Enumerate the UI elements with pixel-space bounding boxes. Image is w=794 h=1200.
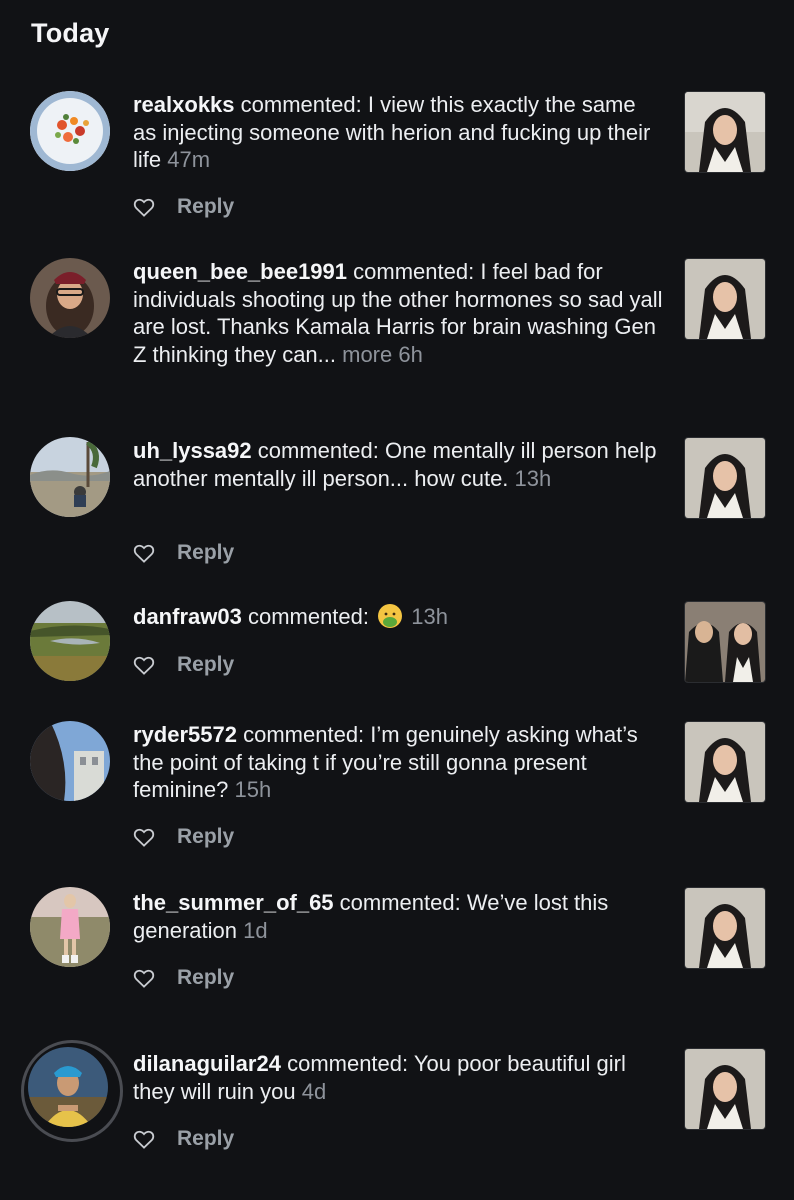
avatar[interactable] — [30, 91, 110, 171]
heart-icon[interactable] — [133, 1129, 155, 1149]
comment-text: uh_lyssa92 commented: One mentally ill p… — [133, 437, 663, 492]
comment-text: danfraw03 commented: 13h — [133, 603, 663, 631]
comment-verb: commented: — [339, 890, 461, 915]
comment-text: queen_bee_bee1991 commented: I feel bad … — [133, 258, 663, 368]
post-thumbnail[interactable] — [684, 91, 766, 173]
reply-bar: Reply — [133, 825, 234, 849]
comment-verb: commented: — [287, 1051, 409, 1076]
comment-verb: commented: — [247, 604, 370, 629]
comment-verb: commented: — [353, 259, 475, 284]
post-thumbnail[interactable] — [684, 887, 766, 969]
heart-icon[interactable] — [133, 543, 155, 563]
avatar[interactable] — [30, 721, 110, 801]
section-title: Today — [31, 18, 110, 48]
timestamp: 47m — [167, 147, 211, 172]
post-thumbnail[interactable] — [684, 258, 766, 340]
reply-button[interactable]: Reply — [177, 653, 234, 677]
reply-button[interactable]: Reply — [177, 1127, 234, 1151]
username[interactable]: danfraw03 — [133, 604, 242, 629]
reply-bar: Reply — [133, 541, 234, 565]
comment-text: dilanaguilar24 commented: You poor beaut… — [133, 1050, 663, 1105]
heart-icon[interactable] — [133, 655, 155, 675]
reply-bar: Reply — [133, 966, 234, 990]
avatar[interactable] — [30, 887, 110, 967]
avatar[interactable] — [30, 258, 110, 338]
post-thumbnail[interactable] — [684, 721, 766, 803]
username[interactable]: queen_bee_bee1991 — [133, 259, 347, 284]
post-thumbnail[interactable] — [684, 437, 766, 519]
comment-verb: commented: — [240, 92, 362, 117]
timestamp: 13h — [411, 604, 448, 629]
username[interactable]: dilanaguilar24 — [133, 1051, 281, 1076]
comment-text: ryder5572 commented: I’m genuinely askin… — [133, 721, 663, 804]
reply-button[interactable]: Reply — [177, 825, 234, 849]
timestamp: 1d — [243, 917, 268, 943]
comment-text: the_summer_of_65 commented: We’ve lost t… — [133, 889, 663, 944]
timestamp: 4d — [301, 1078, 327, 1104]
timestamp: 15h — [234, 777, 272, 802]
timestamp: 13h — [514, 465, 552, 491]
username[interactable]: realxokks — [133, 92, 235, 117]
reply-bar: Reply — [133, 1127, 234, 1151]
story-avatar[interactable] — [21, 1040, 123, 1142]
comment-verb: commented: — [243, 722, 365, 747]
username[interactable]: uh_lyssa92 — [133, 438, 252, 463]
comment-verb: commented: — [257, 438, 379, 463]
heart-icon[interactable] — [133, 968, 155, 988]
heart-icon[interactable] — [133, 827, 155, 847]
reply-button[interactable]: Reply — [177, 541, 234, 565]
reply-button[interactable]: Reply — [177, 195, 234, 219]
avatar[interactable] — [30, 437, 110, 517]
avatar[interactable] — [30, 601, 110, 681]
more-link[interactable]: more — [342, 342, 392, 367]
nauseated-face-icon — [378, 604, 403, 628]
username[interactable]: the_summer_of_65 — [133, 890, 334, 915]
post-thumbnail[interactable] — [684, 1048, 766, 1130]
reply-button[interactable]: Reply — [177, 966, 234, 990]
heart-icon[interactable] — [133, 197, 155, 217]
reply-bar: Reply — [133, 195, 234, 219]
reply-bar: Reply — [133, 653, 234, 677]
username[interactable]: ryder5572 — [133, 722, 237, 747]
comment-text: realxokks commented: I view this exactly… — [133, 91, 663, 174]
post-thumbnail[interactable] — [684, 601, 766, 683]
timestamp: 6h — [398, 341, 423, 367]
